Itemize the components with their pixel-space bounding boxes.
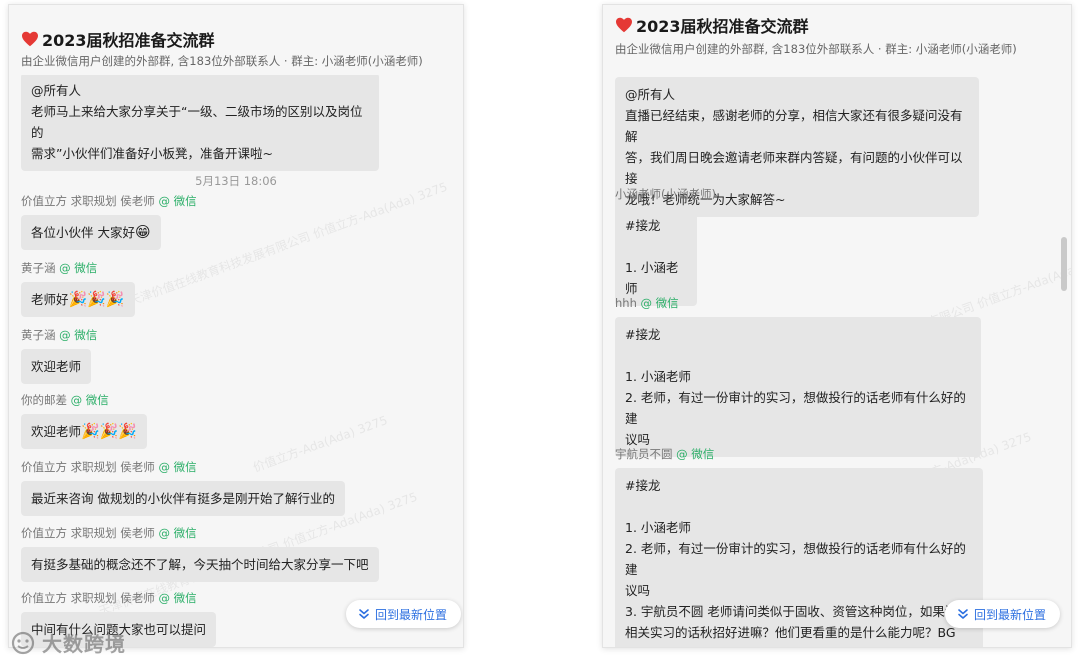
sender-label: 黄子涵: [21, 261, 56, 275]
heart-icon: [616, 17, 632, 33]
list-item: 小涵老师(小涵老师) #接龙 1. 小涵老师: [615, 186, 716, 306]
wechat-tag: @ 微信: [158, 194, 197, 208]
wechat-tag: @ 微信: [70, 393, 109, 407]
heart-icon: [22, 31, 38, 47]
brand-watermark: 大数跨境: [8, 628, 126, 657]
time-separator: 5月13日 18:06: [195, 174, 277, 188]
sender-name: 价值立方 求职规划 侯老师 @ 微信: [21, 193, 197, 209]
chat-window-right: 2023届秋招准备交流群 由企业微信用户创建的外部群, 含183位外部联系人 ·…: [602, 4, 1072, 648]
list-item: 黄子涵 @ 微信 老师好🎉🎉🎉: [21, 260, 135, 317]
wechat-tag: @ 微信: [158, 526, 197, 540]
list-item: 宇航员不圆 @ 微信 #接龙 1. 小涵老师 2. 老师，有过一份审计的实习，想…: [615, 446, 983, 647]
sender-name: 价值立方 求职规划 侯老师 @ 微信: [21, 525, 379, 541]
jump-label: 回到最新位置: [974, 607, 1047, 622]
sender-name: 价值立方 求职规划 侯老师 @ 微信: [21, 459, 345, 475]
message-bubble[interactable]: 老师好🎉🎉🎉: [21, 282, 135, 317]
chat-window-left: 2023届秋招准备交流群 由企业微信用户创建的外部群, 含183位外部联系人 ·…: [8, 4, 464, 648]
group-subtitle: 由企业微信用户创建的外部群, 含183位外部联系人 · 群主: 小涵老师(小涵老…: [21, 54, 423, 68]
message-bubble[interactable]: #接龙 1. 小涵老师: [615, 208, 697, 306]
list-item: 价值立方 求职规划 侯老师 @ 微信 各位小伙伴 大家好😁: [21, 193, 197, 250]
title-row: 2023届秋招准备交流群: [615, 13, 809, 37]
message-bubble[interactable]: #接龙 1. 小涵老师 2. 老师，有过一份审计的实习，想做投行的话老师有什么好…: [615, 317, 981, 457]
list-item: 黄子涵 @ 微信 欢迎老师: [21, 327, 97, 384]
message-bubble[interactable]: #接龙 1. 小涵老师 2. 老师，有过一份审计的实习，想做投行的话老师有什么好…: [615, 468, 983, 647]
sender-label: hhh: [615, 296, 637, 310]
sender-name: 你的邮差 @ 微信: [21, 392, 147, 408]
message-text: 各位小伙伴 大家好: [31, 225, 135, 240]
wechat-tag: @ 微信: [676, 447, 715, 461]
party-popper-icon: 🎉🎉🎉: [68, 290, 125, 308]
wechat-tag: @ 微信: [158, 460, 197, 474]
list-item: @所有人 老师马上来给大家分享关于“一级、二级市场的区别以及岗位的 需求”小伙伴…: [21, 75, 379, 171]
message-bubble[interactable]: 各位小伙伴 大家好😁: [21, 215, 161, 250]
scrollbar-thumb[interactable]: [1061, 237, 1067, 291]
chat-header: 2023届秋招准备交流群 由企业微信用户创建的外部群, 含183位外部联系人 ·…: [9, 5, 463, 75]
sender-label: 价值立方 求职规划 侯老师: [21, 591, 155, 605]
double-chevron-down-icon: [958, 609, 968, 619]
sender-name: hhh @ 微信: [615, 295, 981, 311]
sender-name: 宇航员不圆 @ 微信: [615, 446, 983, 462]
message-bubble[interactable]: 欢迎老师🎉🎉🎉: [21, 414, 148, 449]
message-bubble[interactable]: 最近来咨询 做规划的小伙伴有挺多是刚开始了解行业的: [21, 481, 345, 516]
message-bubble[interactable]: 有挺多基础的概念还不了解，今天抽个时间给大家分享一下吧: [21, 547, 379, 582]
sender-label: 价值立方 求职规划 侯老师: [21, 194, 155, 208]
sender-label: 价值立方 求职规划 侯老师: [21, 460, 155, 474]
message-text: 欢迎老师: [31, 424, 82, 439]
jump-to-latest-button[interactable]: 回到最新位置: [346, 600, 462, 628]
wechat-tag: @ 微信: [158, 591, 197, 605]
sender-name: 黄子涵 @ 微信: [21, 327, 97, 343]
list-item: hhh @ 微信 #接龙 1. 小涵老师 2. 老师，有过一份审计的实习，想做投…: [615, 295, 981, 457]
message-bubble[interactable]: 欢迎老师: [21, 349, 92, 384]
sender-label: 宇航员不圆: [615, 447, 673, 461]
jump-to-latest-button[interactable]: 回到最新位置: [945, 600, 1061, 628]
sender-name: 价值立方 求职规划 侯老师 @ 微信: [21, 590, 216, 606]
wechat-tag: @ 微信: [640, 296, 679, 310]
message-list[interactable]: 价值立方-Ada(Ada) 3275 天津价值在线教育科技发展有限公司 价值立方…: [603, 65, 1071, 647]
list-item: 你的邮差 @ 微信 欢迎老师🎉🎉🎉: [21, 392, 148, 449]
list-item: 价值立方 求职规划 侯老师 @ 微信 最近来咨询 做规划的小伙伴有挺多是刚开始了…: [21, 459, 345, 516]
message-list[interactable]: 天津价值在线教育科技发展有限公司 价值立方-Ada(Ada) 3275 价值立方…: [9, 75, 463, 647]
party-popper-icon: 🎉🎉🎉: [81, 422, 138, 440]
sender-label: 你的邮差: [21, 393, 67, 407]
message-bubble[interactable]: @所有人 老师马上来给大家分享关于“一级、二级市场的区别以及岗位的 需求”小伙伴…: [21, 75, 379, 171]
group-title: 2023届秋招准备交流群: [636, 17, 809, 36]
sender-label: 小涵老师(小涵老师): [615, 187, 716, 201]
grin-emoji-icon: 😁: [134, 223, 151, 241]
sender-label: 价值立方 求职规划 侯老师: [21, 526, 155, 540]
brand-text: 大数跨境: [42, 632, 126, 656]
wechat-tag: @ 微信: [59, 328, 98, 342]
message-text: 老师好: [31, 292, 69, 307]
wechat-tag: @ 微信: [59, 261, 98, 275]
brand-logo-icon: [11, 631, 35, 654]
title-row: 2023届秋招准备交流群: [21, 27, 215, 51]
group-subtitle: 由企业微信用户创建的外部群, 含183位外部联系人 · 群主: 小涵老师(小涵老…: [615, 42, 1017, 56]
jump-label: 回到最新位置: [375, 607, 448, 622]
sender-label: 黄子涵: [21, 328, 56, 342]
sender-name: 小涵老师(小涵老师): [615, 186, 716, 202]
list-item: 价值立方 求职规划 侯老师 @ 微信 有挺多基础的概念还不了解，今天抽个时间给大…: [21, 525, 379, 582]
group-title: 2023届秋招准备交流群: [42, 31, 215, 50]
sender-name: 黄子涵 @ 微信: [21, 260, 135, 276]
double-chevron-down-icon: [359, 609, 369, 619]
